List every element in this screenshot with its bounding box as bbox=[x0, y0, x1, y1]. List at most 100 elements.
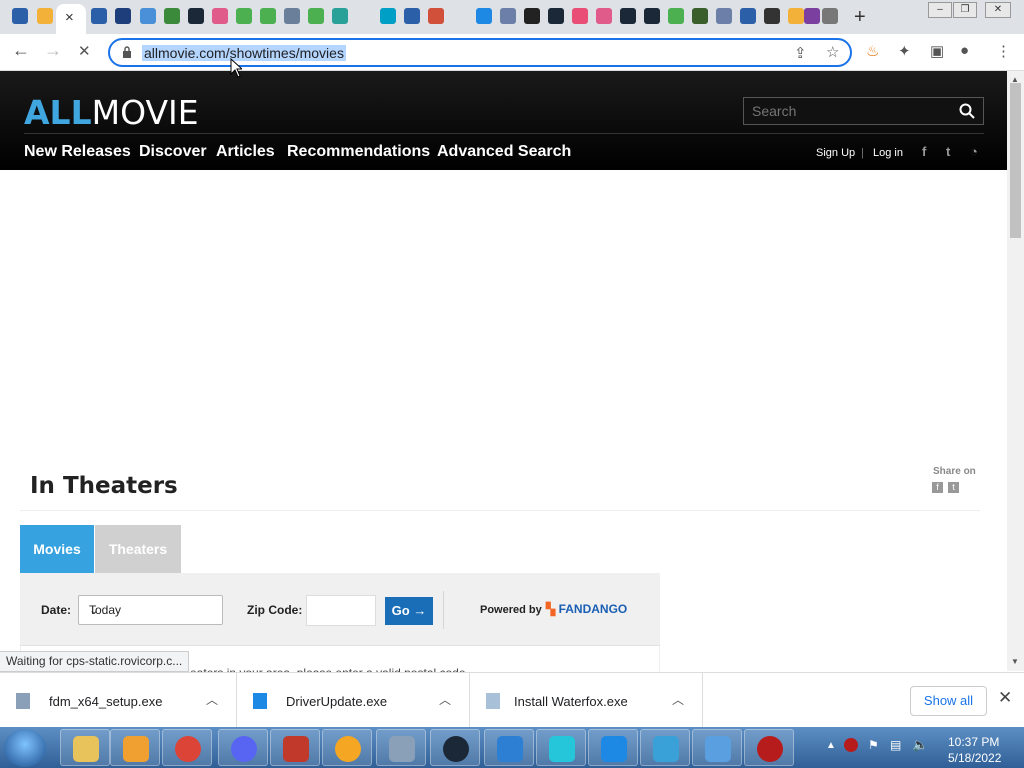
tab-favicon-icon[interactable] bbox=[212, 8, 228, 24]
tab-favicon-icon[interactable] bbox=[644, 8, 660, 24]
download-item[interactable]: fdm_x64_setup.exe ︿ bbox=[0, 673, 237, 728]
tab-favicon-icon[interactable] bbox=[164, 8, 180, 24]
rss-icon[interactable]: ◔ bbox=[970, 144, 978, 159]
taskbar-explorer[interactable] bbox=[60, 729, 110, 766]
network-icon[interactable]: ▤ bbox=[890, 738, 901, 752]
tab-favicon-icon[interactable] bbox=[284, 8, 300, 24]
tab-favicon-icon[interactable] bbox=[668, 8, 684, 24]
taskbar-iobit[interactable] bbox=[692, 729, 742, 766]
sign-up-link[interactable]: Sign Up bbox=[816, 147, 855, 159]
show-hidden-icons-icon[interactable]: ▲ bbox=[826, 740, 836, 751]
tab-favicon-icon[interactable] bbox=[596, 8, 612, 24]
share-twitter-icon[interactable]: t bbox=[948, 482, 959, 493]
forward-icon[interactable]: → bbox=[44, 40, 62, 61]
tab-favicon-icon[interactable] bbox=[524, 8, 540, 24]
tab-favicon-icon[interactable] bbox=[804, 8, 820, 24]
tab-close-icon[interactable]: × bbox=[65, 9, 74, 26]
date-select[interactable]: Today ⌄ bbox=[78, 595, 223, 625]
twitter-icon[interactable]: t bbox=[946, 144, 950, 159]
tab-favicon-icon[interactable] bbox=[428, 8, 444, 24]
profile-avatar-icon[interactable]: ● bbox=[960, 42, 969, 59]
tab-movies[interactable]: Movies bbox=[20, 525, 94, 573]
chevron-up-icon[interactable]: ︿ bbox=[439, 691, 451, 708]
tab-favicon-icon[interactable] bbox=[764, 8, 780, 24]
tab-favicon-icon[interactable] bbox=[332, 8, 348, 24]
download-item[interactable]: DriverUpdate.exe ︿ bbox=[237, 673, 470, 728]
taskbar-waterfox[interactable] bbox=[536, 729, 586, 766]
tab-favicon-icon[interactable] bbox=[115, 8, 131, 24]
new-tab-button[interactable]: + bbox=[854, 6, 866, 29]
tab-favicon-icon[interactable] bbox=[788, 8, 804, 24]
tab-favicon-icon[interactable] bbox=[37, 8, 53, 24]
nav-discover[interactable]: Discover bbox=[139, 143, 207, 161]
tab-theaters[interactable]: Theaters bbox=[95, 525, 181, 573]
tab-favicon-icon[interactable] bbox=[548, 8, 564, 24]
tab-favicon-icon[interactable] bbox=[404, 8, 420, 24]
tab-favicon-icon[interactable] bbox=[12, 8, 28, 24]
url-text[interactable]: allmovie.com/showtimes/movies bbox=[142, 45, 346, 61]
show-all-downloads-button[interactable]: Show all bbox=[910, 686, 987, 716]
start-button[interactable] bbox=[4, 729, 46, 767]
nav-advanced-search[interactable]: Advanced Search bbox=[437, 143, 571, 161]
download-item[interactable]: Install Waterfox.exe ︿ bbox=[470, 673, 703, 728]
chevron-up-icon[interactable]: ︿ bbox=[206, 691, 218, 708]
search-icon[interactable] bbox=[959, 103, 975, 119]
volume-icon[interactable]: 🔈 bbox=[912, 737, 928, 753]
taskbar-java[interactable] bbox=[270, 729, 320, 766]
clock-time[interactable]: 10:37 PM bbox=[948, 735, 999, 749]
tab-favicon-icon[interactable] bbox=[91, 8, 107, 24]
tab-favicon-icon[interactable] bbox=[308, 8, 324, 24]
lock-icon[interactable] bbox=[122, 46, 132, 58]
taskbar-chrome[interactable] bbox=[162, 729, 212, 766]
restore-icon[interactable]: ❐ bbox=[953, 2, 977, 18]
tab-favicon-icon[interactable] bbox=[476, 8, 492, 24]
extension-flame-icon[interactable]: ♨ bbox=[866, 42, 879, 60]
fandango-logo[interactable]: ▚ FANDANGO bbox=[546, 602, 627, 616]
chevron-up-icon[interactable]: ︿ bbox=[672, 691, 684, 708]
back-icon[interactable]: ← bbox=[12, 40, 30, 61]
share-icon[interactable]: ⇪ bbox=[794, 44, 807, 62]
go-button[interactable]: Go → bbox=[385, 597, 433, 625]
tab-favicon-icon[interactable] bbox=[500, 8, 516, 24]
tab-favicon-icon[interactable] bbox=[572, 8, 588, 24]
taskbar-steam[interactable] bbox=[430, 729, 480, 766]
facebook-icon[interactable]: f bbox=[922, 144, 926, 159]
allmovie-logo[interactable]: ALLMOVIE bbox=[24, 93, 199, 132]
minimize-icon[interactable]: ‒ bbox=[928, 2, 952, 18]
taskbar-media-player[interactable] bbox=[110, 729, 160, 766]
extensions-puzzle-icon[interactable]: ✦ bbox=[898, 42, 911, 60]
search-input[interactable] bbox=[752, 103, 952, 119]
tray-flag-icon[interactable]: ⚑ bbox=[868, 738, 879, 752]
tab-favicon-icon[interactable] bbox=[236, 8, 252, 24]
bookmark-star-icon[interactable]: ☆ bbox=[826, 43, 839, 61]
address-bar[interactable]: allmovie.com/showtimes/movies ⇪ ☆ bbox=[108, 38, 852, 67]
tab-favicon-icon[interactable] bbox=[620, 8, 636, 24]
close-window-icon[interactable]: ✕ bbox=[985, 2, 1011, 18]
tray-security-icon[interactable] bbox=[844, 738, 858, 752]
taskbar-remote[interactable] bbox=[640, 729, 690, 766]
stop-loading-icon[interactable]: ✕ bbox=[78, 42, 91, 60]
tab-favicon-icon[interactable] bbox=[716, 8, 732, 24]
taskbar-shield-app[interactable] bbox=[484, 729, 534, 766]
taskbar-security[interactable] bbox=[744, 729, 794, 766]
nav-new-releases[interactable]: New Releases bbox=[24, 143, 131, 161]
nav-recommendations[interactable]: Recommendations bbox=[287, 143, 430, 161]
page-scrollbar[interactable]: ▲ ▼ bbox=[1007, 71, 1024, 671]
share-facebook-icon[interactable]: f bbox=[932, 482, 943, 493]
taskbar-driver-update[interactable] bbox=[588, 729, 638, 766]
scroll-thumb[interactable] bbox=[1010, 83, 1021, 238]
tab-favicon-icon[interactable] bbox=[188, 8, 204, 24]
taskbar-settings[interactable] bbox=[376, 729, 426, 766]
active-tab[interactable]: × bbox=[56, 4, 86, 34]
sidebar-icon[interactable]: ▣ bbox=[930, 42, 944, 60]
close-icon[interactable]: ✕ bbox=[998, 688, 1012, 708]
tab-favicon-icon[interactable] bbox=[822, 8, 838, 24]
scroll-down-icon[interactable]: ▼ bbox=[1011, 657, 1019, 666]
log-in-link[interactable]: Log in bbox=[873, 147, 903, 159]
clock-date[interactable]: 5/18/2022 bbox=[948, 751, 1001, 765]
tab-favicon-icon[interactable] bbox=[692, 8, 708, 24]
zip-code-input[interactable] bbox=[306, 595, 376, 626]
tab-favicon-icon[interactable] bbox=[740, 8, 756, 24]
taskbar-vpn[interactable] bbox=[322, 729, 372, 766]
tab-favicon-icon[interactable] bbox=[380, 8, 396, 24]
